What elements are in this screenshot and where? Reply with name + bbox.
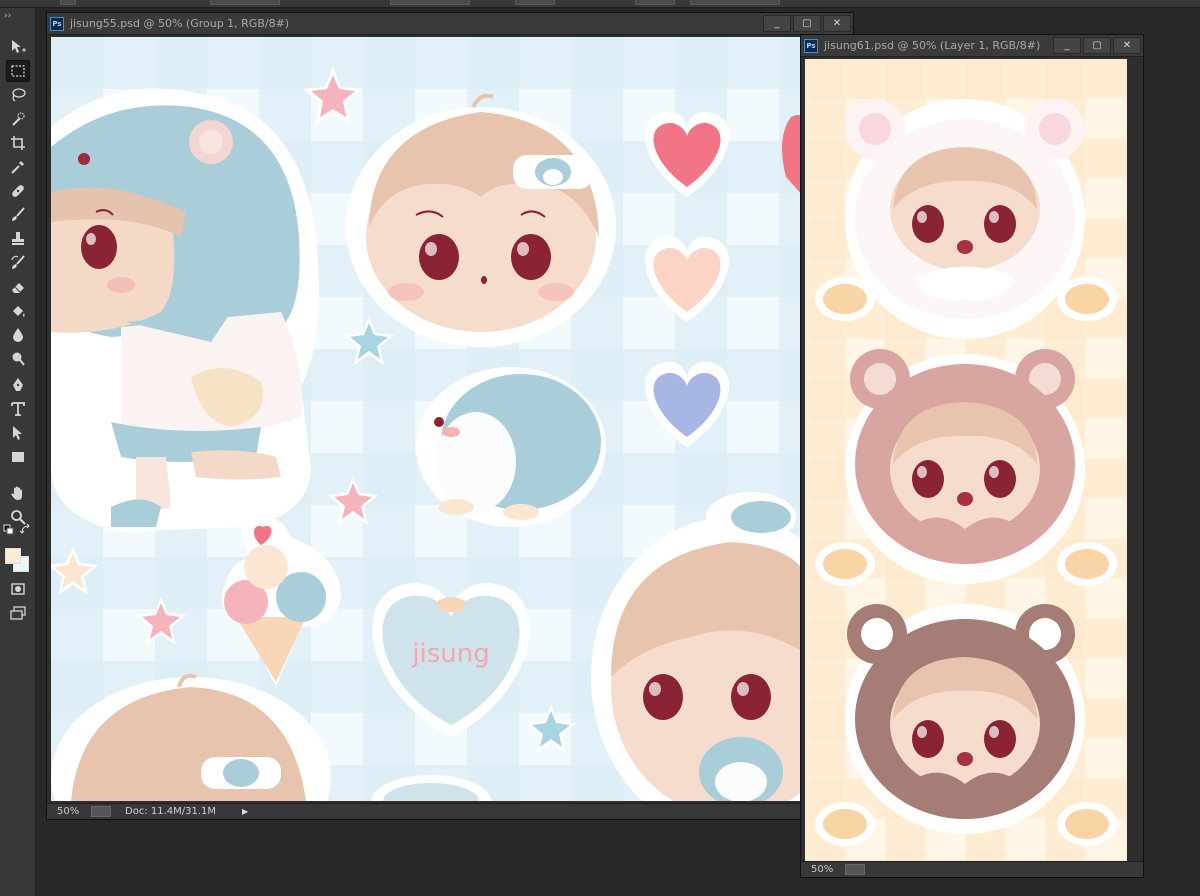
photoshop-document-icon: Ps [804, 38, 818, 53]
jisung-label: jisung [411, 639, 489, 669]
history-brush-tool-icon[interactable] [6, 252, 30, 274]
navigator-icon[interactable] [91, 806, 111, 817]
screen-mode-icon[interactable] [6, 602, 30, 624]
zoom-level[interactable]: 50% [801, 864, 845, 875]
photoshop-document-icon: Ps [50, 16, 64, 31]
quick-select-tool-icon[interactable] [6, 108, 30, 130]
eyedropper-tool-icon[interactable] [6, 156, 30, 178]
document-window-jisung61[interactable]: Ps jisung61.psd @ 50% (Layer 1, RGB/8#) … [800, 34, 1144, 878]
hooded-chibi-sticker [51, 88, 319, 533]
paint-bucket-tool-icon[interactable] [6, 300, 30, 322]
tools-panel: ›› [0, 8, 36, 896]
white-bear-hood-sticker [815, 99, 1117, 339]
pink-bear-hood-sticker [815, 349, 1117, 586]
options-segment[interactable] [390, 0, 470, 5]
navigator-icon[interactable] [845, 864, 865, 875]
minimize-button[interactable]: _ [763, 15, 791, 32]
panel-collapse-icon[interactable]: ›› [4, 10, 32, 22]
dodge-tool-icon[interactable] [6, 348, 30, 370]
options-segment[interactable] [690, 0, 780, 5]
options-segment[interactable] [635, 0, 675, 5]
path-selection-tool-icon[interactable] [6, 422, 30, 444]
rectangle-tool-icon[interactable] [6, 446, 30, 468]
blur-tool-icon[interactable] [6, 324, 30, 346]
clone-stamp-tool-icon[interactable] [6, 228, 30, 250]
penguin-sticker [416, 367, 606, 527]
zoom-level[interactable]: 50% [47, 806, 91, 817]
pen-tool-icon[interactable] [6, 374, 30, 396]
document-title: jisung61.psd @ 50% (Layer 1, RGB/8#) [824, 39, 1041, 52]
photoshop-app: ›› Ps jisung55.psd @ 50% (Group 1, RGB/8… [0, 0, 1200, 896]
artwork-jisung55: jisung [51, 37, 804, 801]
brush-tool-icon[interactable] [6, 204, 30, 226]
swap-colors-icon[interactable] [20, 524, 32, 536]
quick-mask-icon[interactable] [6, 578, 30, 600]
status-bar: 50% [801, 861, 1143, 877]
doc-size-info: Doc: 11.4M/31.1M [125, 806, 217, 817]
status-bar: 50% Doc: 11.4M/31.1M ▶ [47, 803, 853, 819]
document-title-bar[interactable]: Ps jisung61.psd @ 50% (Layer 1, RGB/8#) … [801, 35, 1143, 57]
options-segment[interactable] [60, 0, 76, 5]
status-menu-arrow-icon[interactable]: ▶ [242, 807, 248, 816]
brown-bear-hood-sticker [815, 604, 1117, 846]
close-button[interactable]: ✕ [1113, 37, 1141, 54]
maximize-button[interactable]: ▢ [1083, 37, 1111, 54]
document-title: jisung55.psd @ 50% (Group 1, RGB/8#) [70, 17, 290, 30]
window-controls: _ ▢ ✕ [763, 13, 853, 34]
type-tool-icon[interactable] [6, 398, 30, 420]
document-window-jisung55[interactable]: Ps jisung55.psd @ 50% (Group 1, RGB/8#) … [46, 12, 854, 820]
options-segment[interactable] [210, 0, 280, 5]
eraser-tool-icon[interactable] [6, 276, 30, 298]
crop-tool-icon[interactable] [6, 132, 30, 154]
lasso-tool-icon[interactable] [6, 84, 30, 106]
move-tool-icon[interactable] [6, 36, 30, 58]
hand-tool-icon[interactable] [6, 482, 30, 504]
marquee-tool-icon[interactable] [6, 60, 30, 82]
foreground-color-swatch[interactable] [5, 548, 21, 564]
artwork-jisung61 [805, 59, 1127, 861]
options-segment[interactable] [515, 0, 555, 5]
minimize-button[interactable]: _ [1053, 37, 1081, 54]
maximize-button[interactable]: ▢ [793, 15, 821, 32]
document-title-bar[interactable]: Ps jisung55.psd @ 50% (Group 1, RGB/8#) … [47, 13, 853, 35]
options-bar [0, 0, 1200, 8]
healing-brush-tool-icon[interactable] [6, 180, 30, 202]
document-canvas[interactable]: jisung [51, 37, 804, 801]
default-colors-icon[interactable] [3, 524, 15, 536]
close-button[interactable]: ✕ [823, 15, 851, 32]
window-controls: _ ▢ ✕ [1053, 35, 1143, 56]
document-canvas[interactable] [805, 59, 1127, 861]
